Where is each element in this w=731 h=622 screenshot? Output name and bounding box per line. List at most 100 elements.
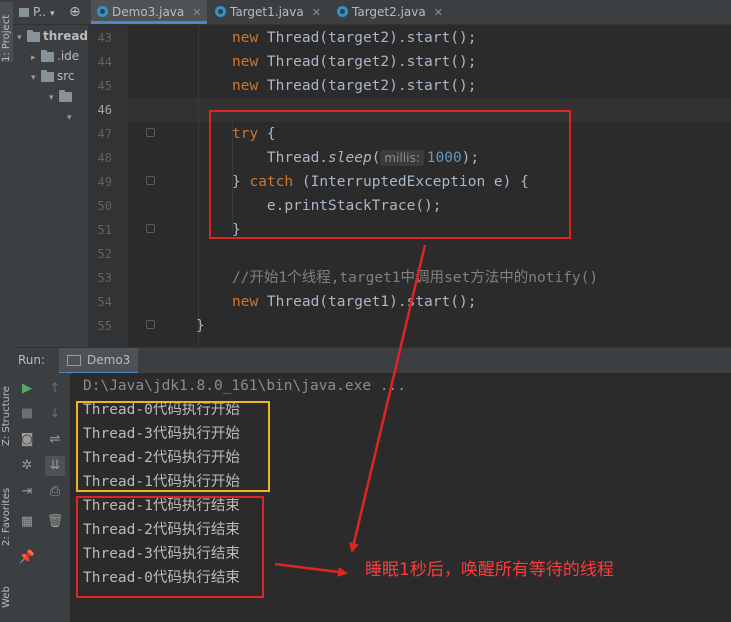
favorites-tool-button[interactable]: 2: Favorites bbox=[0, 476, 13, 546]
ide-window: 1: Project Z: Structure 2: Favorites Web… bbox=[0, 0, 731, 622]
expand-arrow-icon[interactable]: ▾ bbox=[31, 68, 41, 88]
debug-icon[interactable]: ✲ bbox=[17, 456, 37, 476]
line-number: 55 bbox=[97, 319, 112, 333]
line-number: 54 bbox=[97, 295, 112, 309]
project-icon bbox=[19, 8, 29, 17]
line-number: 51 bbox=[97, 223, 112, 237]
tree-item-label: .ide bbox=[57, 49, 80, 63]
code-line: new Thread(target1).start(); bbox=[232, 290, 476, 314]
tree-item-label: thread bbox=[43, 29, 88, 43]
close-icon[interactable]: ✕ bbox=[312, 6, 321, 19]
delete-icon[interactable]: 🗑 bbox=[45, 512, 65, 532]
line-number: 44 bbox=[97, 55, 112, 69]
java-class-icon bbox=[97, 6, 108, 17]
rerun-icon[interactable]: ▶ bbox=[17, 379, 37, 399]
line-number-gutter: 43 44 45 46 47 48 49 50 51 52 53 54 55 bbox=[88, 25, 128, 347]
tree-item-thread[interactable]: ▾ thread bbox=[17, 26, 88, 46]
run-label: Run: bbox=[18, 353, 46, 367]
line-number: 48 bbox=[97, 151, 112, 165]
layout-icon[interactable]: ▦ bbox=[17, 512, 37, 532]
tab-target2[interactable]: Target2.java ✕ bbox=[331, 0, 443, 24]
fold-marker-icon[interactable] bbox=[146, 224, 155, 233]
line-number: 45 bbox=[97, 79, 112, 93]
exit-icon[interactable]: ⇥ bbox=[17, 482, 37, 502]
pin-icon[interactable]: 📌 bbox=[17, 548, 37, 568]
dropdown-icon[interactable]: ▾ bbox=[50, 9, 55, 19]
expand-arrow-icon[interactable]: ▾ bbox=[49, 88, 59, 108]
structure-tool-button[interactable]: Z: Structure bbox=[0, 378, 13, 446]
line-number: 53 bbox=[97, 271, 112, 285]
end-output-highlight-box bbox=[76, 496, 264, 598]
java-class-icon bbox=[337, 6, 348, 17]
code-token: Thread(target2).start(); bbox=[266, 30, 477, 46]
print-icon[interactable]: ⎙ bbox=[45, 482, 65, 502]
expand-arrow-icon[interactable]: ▾ bbox=[17, 28, 27, 48]
code-token: Thread(target2).start(); bbox=[266, 54, 477, 70]
tab-demo3[interactable]: Demo3.java ✕ bbox=[91, 0, 208, 24]
line-number: 46 bbox=[97, 103, 112, 117]
code-token: Thread(target1).start(); bbox=[266, 294, 477, 310]
indent-guide bbox=[198, 25, 199, 347]
run-tab-label: Demo3 bbox=[87, 353, 131, 367]
run-panel-header: Run: Demo3 bbox=[13, 347, 731, 374]
annotation-text: 睡眠1秒后，唤醒所有等待的线程 bbox=[365, 560, 614, 580]
code-line: new Thread(target2).start(); bbox=[232, 74, 476, 98]
camera-icon[interactable]: ◙ bbox=[17, 430, 37, 450]
console-command-line: D:\Java\jdk1.8.0_161\bin\java.exe ... bbox=[83, 378, 407, 394]
code-token: Thread(target2).start(); bbox=[266, 78, 477, 94]
folder-icon bbox=[59, 89, 72, 102]
folder-icon bbox=[27, 29, 40, 42]
line-number: 52 bbox=[97, 247, 112, 261]
tab-label: P.. bbox=[33, 5, 46, 19]
soft-wrap-icon[interactable]: ⇌ bbox=[45, 430, 65, 450]
code-line: //开始1个线程,target1中调用set方法中的notify() bbox=[232, 266, 598, 290]
project-tool-button[interactable]: 1: Project bbox=[0, 2, 13, 62]
code-token: new bbox=[232, 30, 267, 46]
code-line: } bbox=[196, 314, 205, 338]
close-icon[interactable]: ✕ bbox=[192, 6, 201, 19]
start-output-highlight-box bbox=[76, 401, 270, 492]
tree-item-label: src bbox=[57, 69, 75, 83]
tab-label: Demo3.java bbox=[112, 5, 185, 19]
expand-arrow-icon[interactable]: ▾ bbox=[67, 108, 77, 128]
target-icon[interactable]: ⊕ bbox=[69, 0, 81, 24]
folder-icon bbox=[41, 69, 54, 82]
fold-marker-icon[interactable] bbox=[146, 128, 155, 137]
folder-icon bbox=[41, 49, 54, 62]
tree-item-src[interactable]: ▾ src bbox=[31, 66, 75, 86]
console-icon bbox=[67, 355, 81, 366]
code-line: new Thread(target2).start(); bbox=[232, 50, 476, 74]
stop-icon[interactable]: ■ bbox=[17, 404, 37, 424]
project-tree: ▾ thread ▸ .ide ▾ src ▾ ▾ bbox=[13, 25, 88, 347]
arrow-down-icon[interactable]: ↓ bbox=[45, 404, 65, 424]
left-tool-stripe: 1: Project Z: Structure 2: Favorites Web bbox=[0, 0, 14, 622]
close-icon[interactable]: ✕ bbox=[434, 6, 443, 19]
code-token: new bbox=[232, 78, 267, 94]
code-token: new bbox=[232, 294, 267, 310]
tree-item-idea[interactable]: ▸ .ide bbox=[31, 46, 79, 66]
code-token: //开始1个线程,target1中调用set方法中的notify() bbox=[232, 270, 599, 286]
collapse-arrow-icon[interactable]: ▸ bbox=[31, 48, 41, 68]
code-line: new Thread(target2).start(); bbox=[232, 26, 476, 50]
run-toolbar: ▶ ↑ ■ ↓ ◙ ⇌ ✲ ⇊ ⇥ ⎙ ▦ 🗑 📌 bbox=[13, 373, 70, 622]
tree-item-subpackage[interactable]: ▾ bbox=[67, 106, 77, 126]
scroll-to-end-icon[interactable]: ⇊ bbox=[45, 456, 65, 476]
editor-tab-bar: P.. ▾ ⊕ Demo3.java ✕ Target1.java ✕ Target2… bbox=[13, 0, 731, 25]
run-tab-demo3[interactable]: Demo3 bbox=[59, 348, 139, 374]
tab-label: Target2.java bbox=[352, 5, 426, 19]
tree-item-package[interactable]: ▾ bbox=[49, 86, 75, 106]
line-number: 50 bbox=[97, 199, 112, 213]
fold-marker-icon[interactable] bbox=[146, 176, 155, 185]
arrow-up-icon[interactable]: ↑ bbox=[45, 379, 65, 399]
line-number: 49 bbox=[97, 175, 112, 189]
line-number: 43 bbox=[97, 31, 112, 45]
java-class-icon bbox=[215, 6, 226, 17]
code-token: } bbox=[196, 318, 205, 334]
try-catch-highlight-box bbox=[209, 110, 571, 239]
tab-target1[interactable]: Target1.java ✕ bbox=[209, 0, 321, 24]
web-tool-button[interactable]: Web bbox=[0, 578, 13, 608]
tab-project[interactable]: P.. ▾ bbox=[19, 0, 55, 24]
fold-marker-icon[interactable] bbox=[146, 320, 155, 329]
tab-label: Target1.java bbox=[230, 5, 304, 19]
line-number: 47 bbox=[97, 127, 112, 141]
